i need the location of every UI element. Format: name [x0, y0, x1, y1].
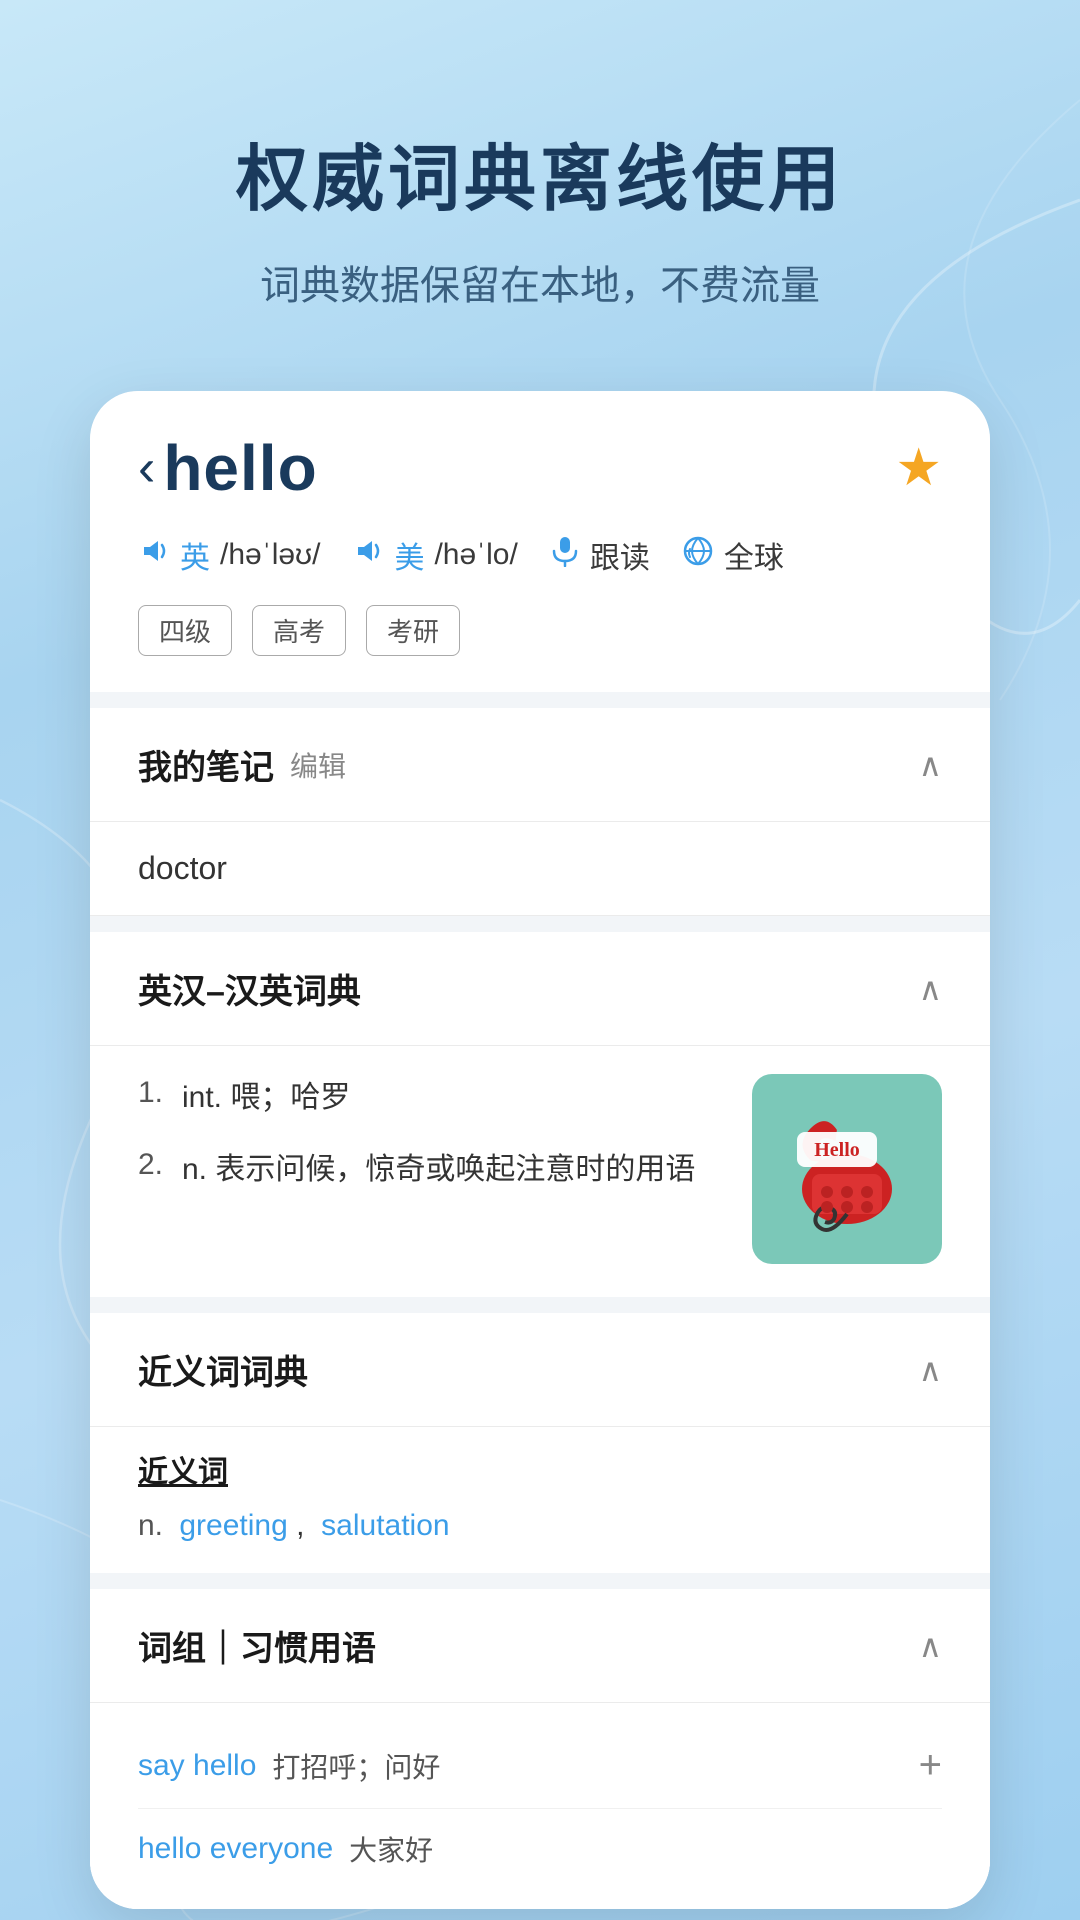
exam-tags: 四级 高考 考研	[138, 605, 942, 656]
word-title-row: ‹ hello ★	[138, 431, 942, 505]
global-label: 全球	[724, 533, 784, 577]
tag-gaokao: 高考	[252, 605, 346, 656]
phrase-left-say-hello: say hello 打招呼；问好	[138, 1746, 440, 1786]
definition-item-1: 1. int. 喂；哈罗	[138, 1074, 732, 1122]
american-label: 美	[394, 533, 424, 577]
phrase-item-hello-everyone: hello everyone 大家好	[138, 1809, 942, 1889]
phrase-cn-say-hello: 打招呼；问好	[272, 1746, 440, 1786]
en-zh-dict-section: 英汉–汉英词典 ∧ 1. int. 喂；哈罗 2. n. 表示问候，惊奇或	[90, 932, 990, 1297]
notes-chevron-icon: ∧	[919, 746, 942, 784]
en-zh-section-header[interactable]: 英汉–汉英词典 ∧	[90, 932, 990, 1046]
hero-title: 权威词典离线使用	[236, 120, 844, 225]
tag-kaoyan: 考研	[366, 605, 460, 656]
phrase-en-hello-everyone[interactable]: hello everyone	[138, 1832, 333, 1866]
british-label: 英	[180, 533, 210, 577]
audio-icon-british	[138, 535, 170, 575]
follow-read-label: 跟读	[590, 533, 650, 577]
notes-section: 我的笔记 编辑 ∧ doctor	[90, 708, 990, 916]
word-header: ‹ hello ★ 英 /həˈləʊ/	[90, 391, 990, 692]
svg-text:Hello: Hello	[814, 1139, 860, 1161]
phrases-section-header[interactable]: 词组｜习惯用语 ∧	[90, 1589, 990, 1703]
synonyms-pos: n.	[138, 1509, 163, 1542]
synonym-comma: ,	[296, 1509, 313, 1542]
american-phonetic: /həˈlo/	[434, 538, 517, 572]
phrase-item-say-hello: say hello 打招呼；问好 +	[138, 1723, 942, 1809]
en-zh-dict-content: 1. int. 喂；哈罗 2. n. 表示问候，惊奇或唤起注意时的用语	[90, 1046, 990, 1297]
hero-subtitle: 词典数据保留在本地，不费流量	[260, 253, 820, 311]
word-display: hello	[163, 431, 317, 505]
synonyms-content: 近义词 n. greeting , salutation	[90, 1427, 990, 1573]
phrases-chevron-icon: ∧	[919, 1627, 942, 1665]
phrases-section-title: 词组｜习惯用语	[138, 1621, 376, 1670]
synonyms-section-title: 近义词词典	[138, 1345, 308, 1394]
synonym-salutation[interactable]: salutation	[321, 1509, 449, 1542]
synonyms-section: 近义词词典 ∧ 近义词 n. greeting , salutation	[90, 1313, 990, 1573]
british-pronunciation[interactable]: 英 /həˈləʊ/	[138, 533, 320, 577]
def-number-2: 2.	[138, 1148, 174, 1182]
definitions-list: 1. int. 喂；哈罗 2. n. 表示问候，惊奇或唤起注意时的用语	[138, 1074, 732, 1218]
def-number-1: 1.	[138, 1076, 174, 1110]
en-zh-section-title: 英汉–汉英词典	[138, 964, 361, 1013]
dictionary-card: ‹ hello ★ 英 /həˈləʊ/	[90, 391, 990, 1909]
phrases-section: 词组｜习惯用语 ∧ say hello 打招呼；问好 + hello every…	[90, 1589, 990, 1909]
pronunciation-row: 英 /həˈləʊ/ 美 /həˈlo/	[138, 533, 942, 577]
global-button[interactable]: 全球	[682, 533, 784, 577]
phrases-content: say hello 打招呼；问好 + hello everyone 大家好	[90, 1703, 990, 1909]
microphone-icon	[550, 535, 580, 575]
def-text-1: int. 喂；哈罗	[182, 1074, 732, 1122]
notes-title-row: 我的笔记 编辑	[138, 740, 346, 789]
notes-content: doctor	[90, 822, 990, 916]
synonym-greeting[interactable]: greeting	[179, 1509, 287, 1542]
british-phonetic: /həˈləʊ/	[220, 538, 320, 572]
american-pronunciation[interactable]: 美 /həˈlo/	[352, 533, 517, 577]
hello-illustration: Hello	[752, 1074, 942, 1269]
notes-section-header[interactable]: 我的笔记 编辑 ∧	[90, 708, 990, 822]
synonyms-section-header[interactable]: 近义词词典 ∧	[90, 1313, 990, 1427]
synonyms-header-label: 近义词	[138, 1447, 942, 1491]
phrase-add-icon-say-hello[interactable]: +	[919, 1743, 942, 1788]
definition-item-2: 2. n. 表示问候，惊奇或唤起注意时的用语	[138, 1146, 732, 1194]
back-button[interactable]: ‹	[138, 442, 155, 494]
synonyms-row: n. greeting , salutation	[138, 1499, 942, 1553]
definitions-with-image: 1. int. 喂；哈罗 2. n. 表示问候，惊奇或唤起注意时的用语	[138, 1074, 942, 1269]
follow-read-button[interactable]: 跟读	[550, 533, 650, 577]
bookmark-star-icon[interactable]: ★	[895, 438, 942, 498]
notes-text-value: doctor	[138, 850, 227, 886]
synonyms-chevron-icon: ∧	[919, 1351, 942, 1389]
def-text-2: n. 表示问候，惊奇或唤起注意时的用语	[182, 1146, 732, 1194]
notes-edit-button[interactable]: 编辑	[290, 745, 346, 785]
word-back-title: ‹ hello	[138, 431, 318, 505]
notes-section-title: 我的笔记	[138, 740, 274, 789]
phrase-cn-hello-everyone: 大家好	[349, 1829, 433, 1869]
global-icon	[682, 535, 714, 575]
tag-sijiu: 四级	[138, 605, 232, 656]
en-zh-chevron-icon: ∧	[919, 970, 942, 1008]
phrase-left-hello-everyone: hello everyone 大家好	[138, 1829, 433, 1869]
audio-icon-american	[352, 535, 384, 575]
phrase-en-say-hello[interactable]: say hello	[138, 1749, 256, 1783]
